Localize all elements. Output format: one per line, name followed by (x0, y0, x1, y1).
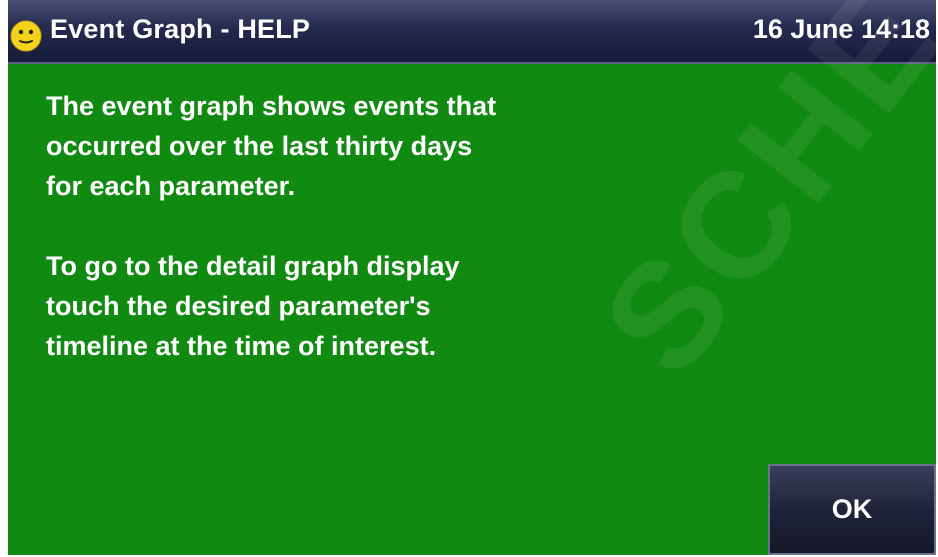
smiley-face-icon[interactable] (10, 20, 42, 52)
date-time-display: 16 June 14:18 (752, 14, 930, 44)
help-text-body: The event graph shows events that occurr… (46, 86, 726, 406)
title-bar: Event Graph - HELP 16 June 14:18 (8, 0, 936, 64)
page-title: Event Graph - HELP (50, 14, 311, 44)
ok-button[interactable]: OK (768, 464, 936, 555)
help-paragraph-2: To go to the detail graph display touch … (46, 251, 460, 361)
help-screen: Event Graph - HELP 16 June 14:18 SCHE Th… (8, 0, 936, 555)
help-paragraph-1: The event graph shows events that occurr… (46, 91, 497, 201)
